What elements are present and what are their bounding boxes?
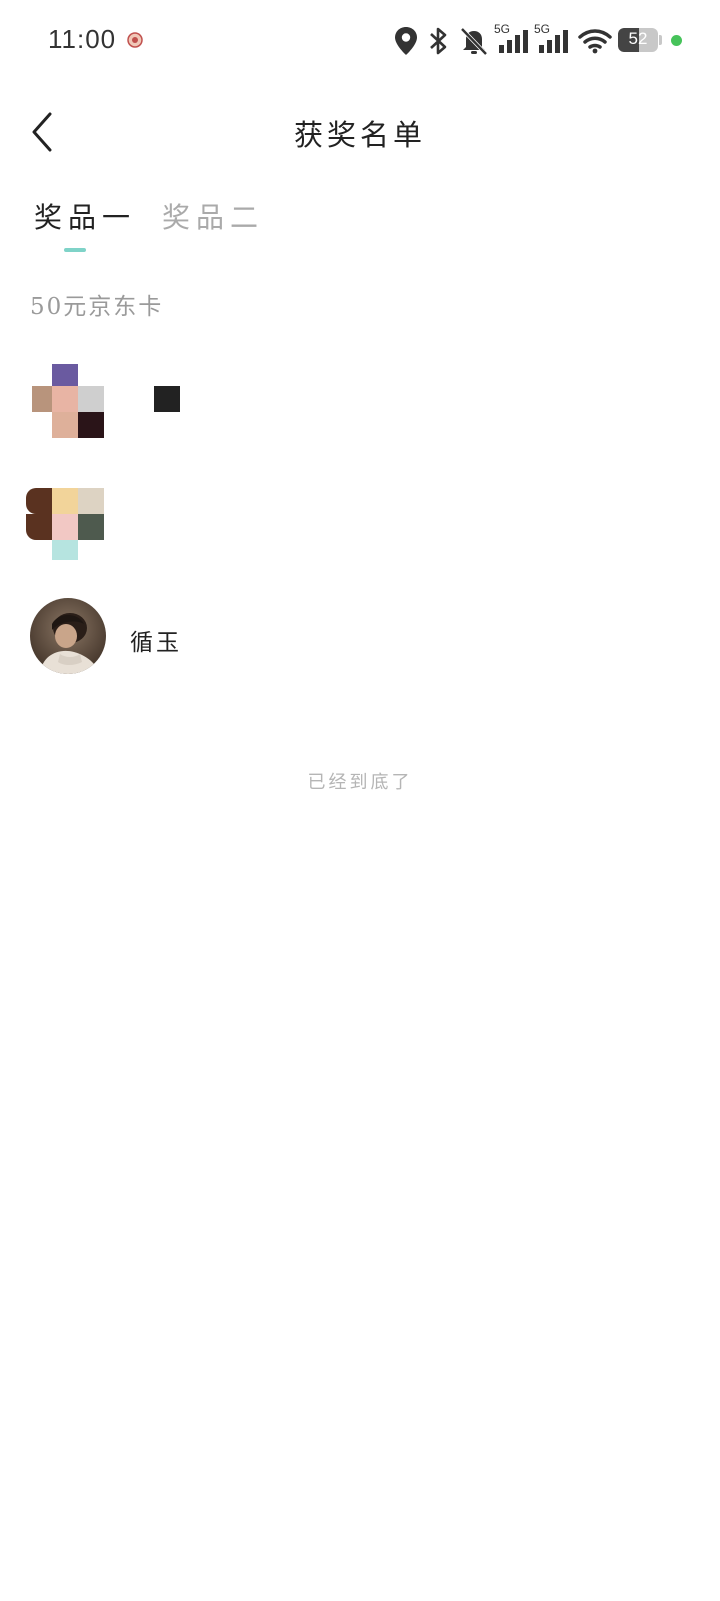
wifi-icon [578,29,612,54]
winner-row: 循玉 [0,598,720,688]
tab-prize-two[interactable]: 奖品二 [162,196,264,236]
charging-dot [671,35,682,46]
active-tab-indicator [64,248,86,252]
app-notification-icon [127,32,143,48]
bluetooth-icon [430,27,447,55]
page-title: 获奖名单 [293,118,426,152]
pixelated-avatar [26,488,108,568]
avatar-image [30,598,106,674]
battery-level-text: 52 [628,29,648,48]
prize-tabs: 奖品一 奖品二 [0,196,720,256]
photo-avatar [30,598,106,674]
pixelated-avatar [28,358,108,438]
winner-row [0,488,720,578]
location-icon [395,27,417,55]
mute-icon [460,27,488,56]
battery-icon: 52 [618,28,658,52]
signal-icon [499,30,528,53]
end-of-list-text: 已经到底了 [307,772,413,793]
winner-name: 循玉 [130,630,182,656]
name-redaction [154,386,180,412]
nav-bar: 获奖名单 [0,100,720,164]
signal-icon [539,30,568,53]
status-bar: 11:00 5G 5G 52 [0,0,720,80]
status-icons: 5G 5G 52 [394,22,684,58]
status-time: 11:00 [48,24,117,54]
prize-label: 50元京东卡 [30,294,164,320]
battery-tip [659,35,662,45]
tab-prize-one[interactable]: 奖品一 [34,196,136,236]
winner-row [0,358,720,448]
